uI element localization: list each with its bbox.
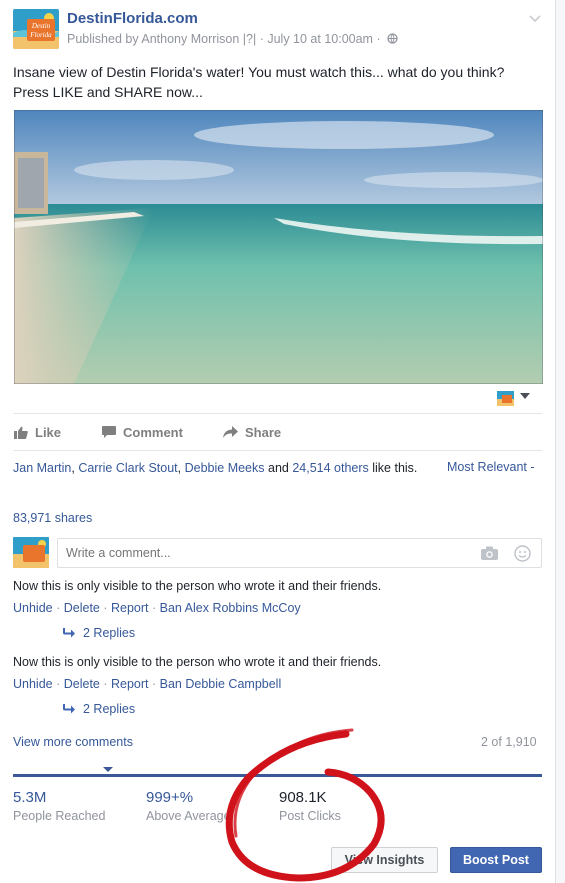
boost-post-button[interactable]: Boost Post — [450, 847, 542, 873]
thumbs-up-icon — [14, 426, 28, 439]
share-arrow-icon — [223, 426, 238, 438]
published-by: Published by Anthony Morrison |?| · July… — [67, 32, 398, 46]
liker-link[interactable]: Carrie Clark Stout — [78, 461, 177, 475]
view-more-comments[interactable]: View more comments — [13, 735, 133, 749]
separator-text: · — [52, 601, 64, 615]
likes-suffix: like this. — [368, 461, 418, 475]
unhide-link[interactable]: Unhide — [13, 677, 53, 691]
separator-text: · — [99, 677, 111, 691]
commenter-avatar — [13, 537, 49, 568]
side-panel — [556, 0, 565, 883]
comment-label: Comment — [123, 425, 183, 440]
replies-label: 2 Replies — [83, 626, 136, 640]
reply-arrow-icon — [63, 704, 75, 714]
insights-pointer — [103, 767, 113, 772]
above-average-label: Above Average — [146, 809, 231, 823]
page-logo[interactable]: Destin Florida — [13, 9, 59, 49]
ban-link[interactable]: Ban Alex Robbins McCoy — [160, 601, 301, 615]
comment-input[interactable] — [57, 538, 542, 568]
insights-bar — [13, 774, 542, 777]
post-card: Destin Florida DestinFlorida.com Publish… — [0, 0, 556, 883]
page-name-link[interactable]: DestinFlorida.com — [67, 10, 198, 27]
share-label: Share — [245, 425, 282, 440]
hidden-comment-note: Now this is only visible to the person w… — [13, 579, 382, 593]
comment-button[interactable]: Comment — [102, 425, 183, 440]
liker-link[interactable]: Debbie Meeks — [185, 461, 265, 475]
video-owner-avatar[interactable] — [497, 391, 514, 406]
above-average-value[interactable]: 999+% — [146, 789, 193, 806]
separator-text: · — [148, 677, 160, 691]
divider — [13, 413, 542, 414]
post-clicks-label: Post Clicks — [279, 809, 341, 823]
published-text: Published by Anthony Morrison |?| · July… — [67, 32, 381, 46]
shares-link[interactable]: 83,971 shares — [13, 511, 92, 525]
people-reached-value[interactable]: 5.3M — [13, 789, 46, 806]
separator-text: · — [148, 601, 160, 615]
people-reached-label: People Reached — [13, 809, 106, 823]
moderation-links: Unhide · Delete · Report · Ban Alex Robb… — [13, 601, 301, 615]
reply-arrow-icon — [63, 628, 75, 638]
video-player[interactable] — [14, 110, 543, 384]
like-label: Like — [35, 425, 62, 440]
caret-down-icon[interactable] — [520, 393, 530, 399]
unhide-link[interactable]: Unhide — [13, 601, 53, 615]
post-text: Insane view of Destin Florida's water! Y… — [13, 64, 505, 100]
chevron-down-icon[interactable] — [528, 11, 542, 25]
post-clicks-value[interactable]: 908.1K — [279, 789, 327, 806]
view-insights-button[interactable]: View Insights — [331, 847, 438, 873]
separator-text: , — [177, 461, 185, 475]
emoji-icon[interactable] — [514, 545, 531, 562]
comment-bubble-icon — [102, 426, 116, 438]
replies-link[interactable]: 2 Replies — [62, 702, 135, 716]
logo-text-bottom: Florida — [29, 31, 52, 39]
hidden-comment-note: Now this is only visible to the person w… — [13, 655, 382, 669]
separator-text: and — [264, 461, 293, 475]
delete-link[interactable]: Delete — [64, 677, 100, 691]
separator-text: · — [52, 677, 64, 691]
separator-text: · — [99, 601, 111, 615]
beach-video-thumbnail — [14, 110, 543, 384]
like-button[interactable]: Like — [14, 425, 61, 440]
delete-link[interactable]: Delete — [64, 601, 100, 615]
ban-link[interactable]: Ban Debbie Campbell — [160, 677, 282, 691]
camera-icon[interactable] — [481, 546, 498, 560]
divider — [13, 450, 542, 451]
others-link[interactable]: 24,514 others — [292, 461, 368, 475]
replies-link[interactable]: 2 Replies — [62, 626, 135, 640]
comment-count: 2 of 1,910 — [481, 735, 537, 749]
likes-summary: Jan Martin, Carrie Clark Stout, Debbie M… — [13, 460, 433, 477]
moderation-links: Unhide · Delete · Report · Ban Debbie Ca… — [13, 677, 281, 691]
logo-text-top: Destin — [31, 22, 51, 30]
replies-label: 2 Replies — [83, 702, 136, 716]
report-link[interactable]: Report — [111, 601, 149, 615]
share-button[interactable]: Share — [223, 425, 281, 440]
liker-link[interactable]: Jan Martin — [13, 461, 71, 475]
report-link[interactable]: Report — [111, 677, 149, 691]
globe-icon — [387, 33, 398, 44]
sort-dropdown[interactable]: Most Relevant - — [447, 460, 535, 474]
